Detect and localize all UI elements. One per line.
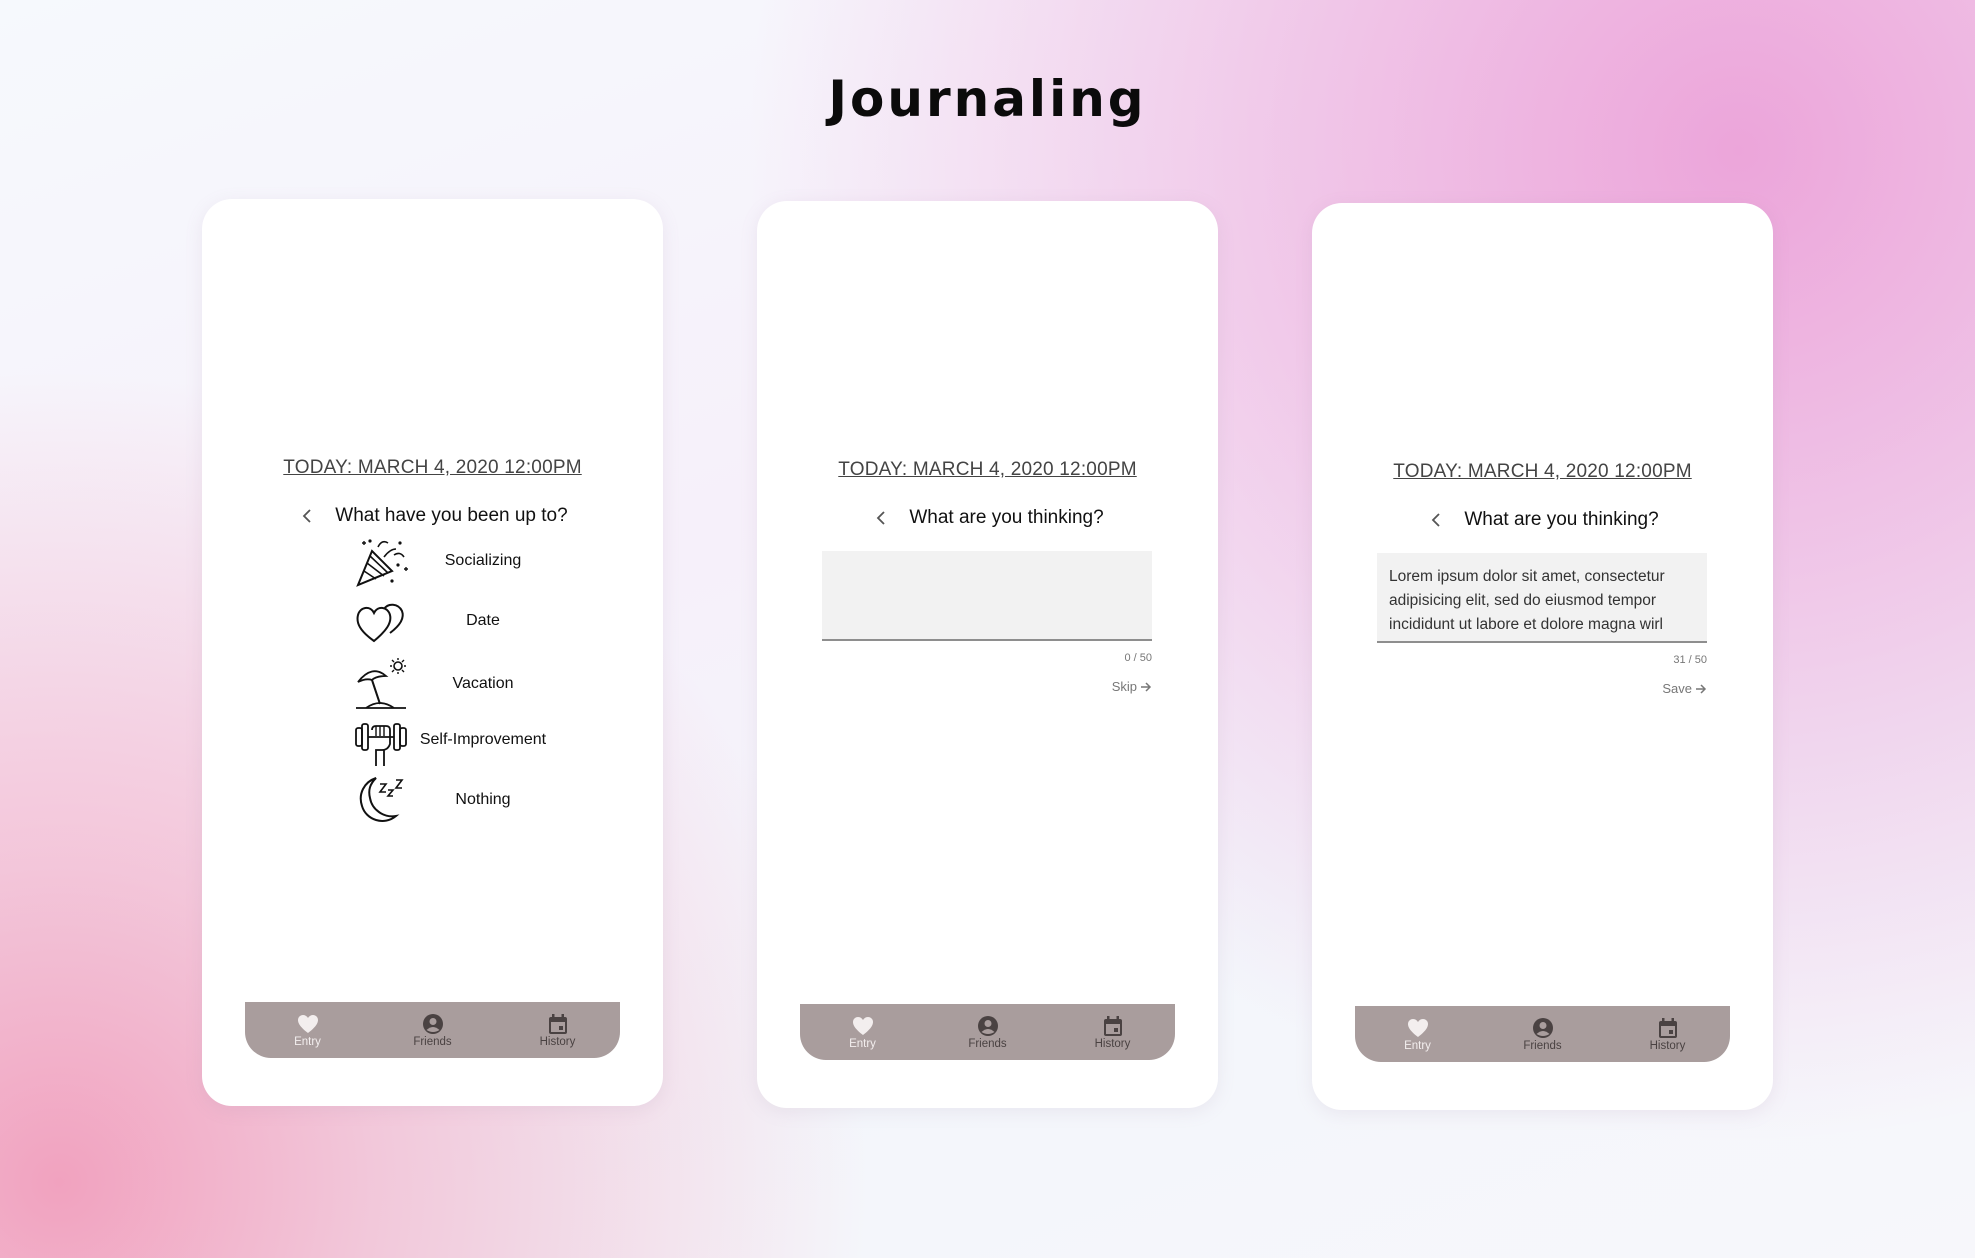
back-button[interactable] <box>297 506 317 526</box>
heart-icon <box>1407 1019 1428 1037</box>
activity-option-date[interactable]: Date <box>202 595 663 651</box>
heart-icon <box>297 1015 318 1033</box>
two-hearts-icon <box>356 603 404 643</box>
account-circle-icon <box>977 1016 998 1036</box>
phone-screen-activity: TODAY: MARCH 4, 2020 12:00PM What have y… <box>202 199 663 1106</box>
account-circle-icon <box>422 1014 443 1034</box>
nav-label: History <box>1094 1038 1131 1050</box>
save-label: Save <box>1662 681 1692 696</box>
nav-item-history[interactable]: History <box>1068 1014 1158 1050</box>
entry-date: TODAY: MARCH 4, 2020 12:00PM <box>838 459 1137 480</box>
account-circle-icon <box>1532 1018 1553 1038</box>
activity-label: Nothing <box>455 791 511 808</box>
question-header: What are you thinking? <box>757 507 1218 529</box>
nav-label: History <box>539 1036 576 1048</box>
question-text: What are you thinking? <box>909 507 1104 528</box>
bottom-nav: Entry Friends History <box>1355 1006 1730 1062</box>
question-text: What are you thinking? <box>1464 509 1659 530</box>
phone-screen-thinking-empty: TODAY: MARCH 4, 2020 12:00PM What are yo… <box>757 201 1218 1108</box>
nav-label: Entry <box>1404 1040 1431 1052</box>
character-counter: 31 / 50 <box>1673 654 1707 666</box>
save-button[interactable]: Save <box>1662 681 1707 696</box>
activity-label: Socializing <box>444 552 522 569</box>
calendar-icon <box>548 1013 567 1034</box>
back-button[interactable] <box>871 508 891 528</box>
activity-label: Vacation <box>452 675 514 692</box>
skip-label: Skip <box>1111 679 1137 694</box>
arrow-right-icon <box>1696 683 1707 694</box>
nav-item-entry[interactable]: Entry <box>818 1014 908 1050</box>
entry-date: TODAY: MARCH 4, 2020 12:00PM <box>1393 461 1692 482</box>
character-counter: 0 / 50 <box>1124 652 1152 664</box>
nav-item-history[interactable]: History <box>513 1012 603 1048</box>
nav-item-friends[interactable]: Friends <box>943 1014 1033 1050</box>
thought-input[interactable] <box>822 551 1152 641</box>
question-header: What are you thinking? <box>1312 509 1773 531</box>
nav-item-entry[interactable]: Entry <box>263 1012 353 1048</box>
back-button[interactable] <box>1426 510 1446 530</box>
arrow-right-icon <box>1141 681 1152 692</box>
calendar-icon <box>1658 1017 1677 1038</box>
chevron-left-icon <box>877 511 885 525</box>
nav-label: Friends <box>413 1036 452 1048</box>
activity-option-self-improvement[interactable]: Self-Improvement <box>202 714 663 770</box>
party-popper-icon <box>356 539 408 587</box>
phone-screen-thinking-filled: TODAY: MARCH 4, 2020 12:00PM What are yo… <box>1312 203 1773 1110</box>
activity-option-vacation[interactable]: Vacation <box>202 658 663 714</box>
bottom-nav: Entry Friends History <box>245 1002 620 1058</box>
dumbbell-hand-icon <box>355 723 407 766</box>
beach-umbrella-icon <box>356 658 406 709</box>
entry-date: TODAY: MARCH 4, 2020 12:00PM <box>283 457 582 478</box>
skip-button[interactable]: Skip <box>1112 679 1152 694</box>
activity-option-socializing[interactable]: Socializing <box>202 535 663 591</box>
nav-item-entry[interactable]: Entry <box>1373 1016 1463 1052</box>
nav-label: History <box>1649 1040 1686 1052</box>
calendar-icon <box>1103 1015 1122 1036</box>
chevron-left-icon <box>1432 513 1440 527</box>
heart-icon <box>852 1017 873 1035</box>
question-text: What have you been up to? <box>335 505 568 526</box>
nav-label: Entry <box>294 1036 321 1048</box>
activity-label: Self-Improvement <box>419 731 547 748</box>
nav-label: Entry <box>849 1038 876 1050</box>
thought-input[interactable]: Lorem ipsum dolor sit amet, consectetur … <box>1377 553 1707 643</box>
nav-item-friends[interactable]: Friends <box>1498 1016 1588 1052</box>
chevron-left-icon <box>303 509 311 523</box>
activity-label: Date <box>466 612 500 629</box>
question-header: What have you been up to? <box>202 505 663 527</box>
page-title: Journaling <box>828 70 1147 128</box>
activity-option-nothing[interactable]: Nothing <box>202 774 663 830</box>
bottom-nav: Entry Friends History <box>800 1004 1175 1060</box>
moon-sleep-icon <box>359 777 404 822</box>
nav-label: Friends <box>1523 1040 1562 1052</box>
nav-label: Friends <box>968 1038 1007 1050</box>
nav-item-history[interactable]: History <box>1623 1016 1713 1052</box>
nav-item-friends[interactable]: Friends <box>388 1012 478 1048</box>
